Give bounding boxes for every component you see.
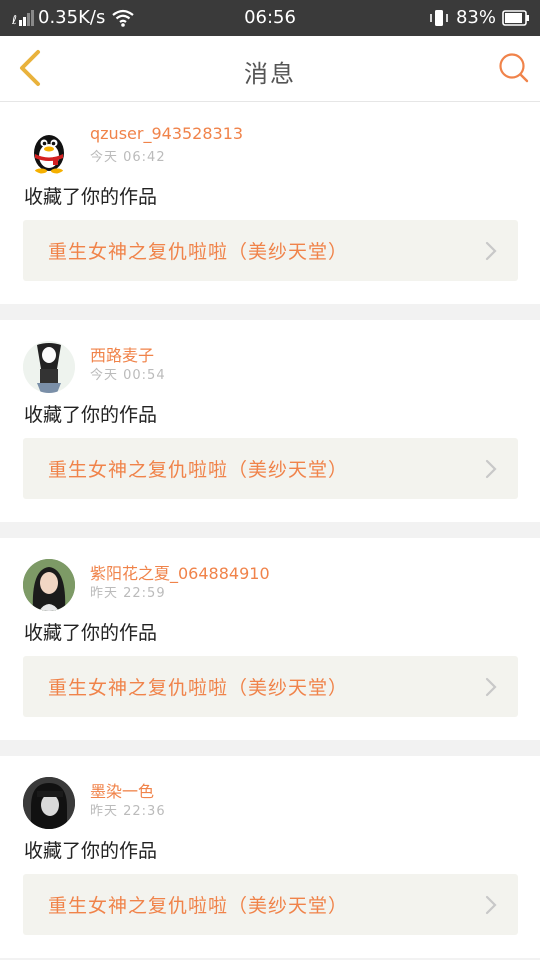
- username[interactable]: 西路麦子: [90, 342, 154, 366]
- battery-percent: 83%: [455, 7, 496, 28]
- penguin-icon: [34, 135, 64, 174]
- work-title: 重生女神之复仇啦啦（美纱天堂）: [48, 241, 349, 263]
- timestamp: 昨天 22:36: [90, 804, 166, 819]
- username[interactable]: qzuser_943528313: [90, 124, 243, 143]
- battery-icon: [502, 9, 529, 26]
- message-card: qzuser_943528313 今天 06:42 收藏了你的作品 重生女神之复…: [0, 102, 540, 304]
- action-text: 收藏了你的作品: [24, 404, 158, 426]
- action-text: 收藏了你的作品: [24, 840, 158, 862]
- qq-penguin-avatar[interactable]: [23, 123, 75, 175]
- header: 消息: [0, 36, 540, 102]
- search-icon[interactable]: [498, 52, 530, 84]
- work-link[interactable]: 重生女神之复仇啦啦（美纱天堂）: [23, 874, 518, 935]
- work-title: 重生女神之复仇啦啦（美纱天堂）: [48, 459, 349, 481]
- username[interactable]: 墨染一色: [90, 778, 154, 802]
- status-right: 83%: [428, 7, 530, 28]
- dark-girl-icon: [23, 777, 75, 829]
- message-card: 西路麦子 今天 00:54 收藏了你的作品 重生女神之复仇啦啦（美纱天堂）: [0, 320, 540, 522]
- username[interactable]: 紫阳花之夏_064884910: [90, 560, 270, 584]
- timestamp: 今天 06:42: [90, 150, 166, 165]
- girl-photo-avatar[interactable]: [23, 559, 75, 611]
- status-bar: ℓ 0.35K/s 06:56 83%: [0, 0, 540, 36]
- work-link[interactable]: 重生女神之复仇啦啦（美纱天堂）: [23, 438, 518, 499]
- girl-sketch-avatar[interactable]: [23, 341, 75, 393]
- page-title: 消息: [244, 60, 296, 88]
- work-link[interactable]: 重生女神之复仇啦啦（美纱天堂）: [23, 220, 518, 281]
- chevron-right-icon: [485, 677, 497, 697]
- chevron-right-icon: [485, 459, 497, 479]
- chevron-right-icon: [485, 895, 497, 915]
- vibrate-icon: [430, 9, 448, 26]
- action-text: 收藏了你的作品: [24, 186, 158, 208]
- girl-sketch-icon: [23, 341, 75, 393]
- work-title: 重生女神之复仇啦啦（美纱天堂）: [48, 677, 349, 699]
- message-card: 墨染一色 昨天 22:36 收藏了你的作品 重生女神之复仇啦啦（美纱天堂）: [0, 756, 540, 958]
- work-link[interactable]: 重生女神之复仇啦啦（美纱天堂）: [23, 656, 518, 717]
- timestamp: 今天 00:54: [90, 368, 166, 383]
- chevron-right-icon: [485, 241, 497, 261]
- message-card: 紫阳花之夏_064884910 昨天 22:59 收藏了你的作品 重生女神之复仇…: [0, 538, 540, 740]
- action-text: 收藏了你的作品: [24, 622, 158, 644]
- work-title: 重生女神之复仇啦啦（美纱天堂）: [48, 895, 349, 917]
- dark-girl-avatar[interactable]: [23, 777, 75, 829]
- timestamp: 昨天 22:59: [90, 586, 166, 601]
- girl-photo-icon: [23, 559, 75, 611]
